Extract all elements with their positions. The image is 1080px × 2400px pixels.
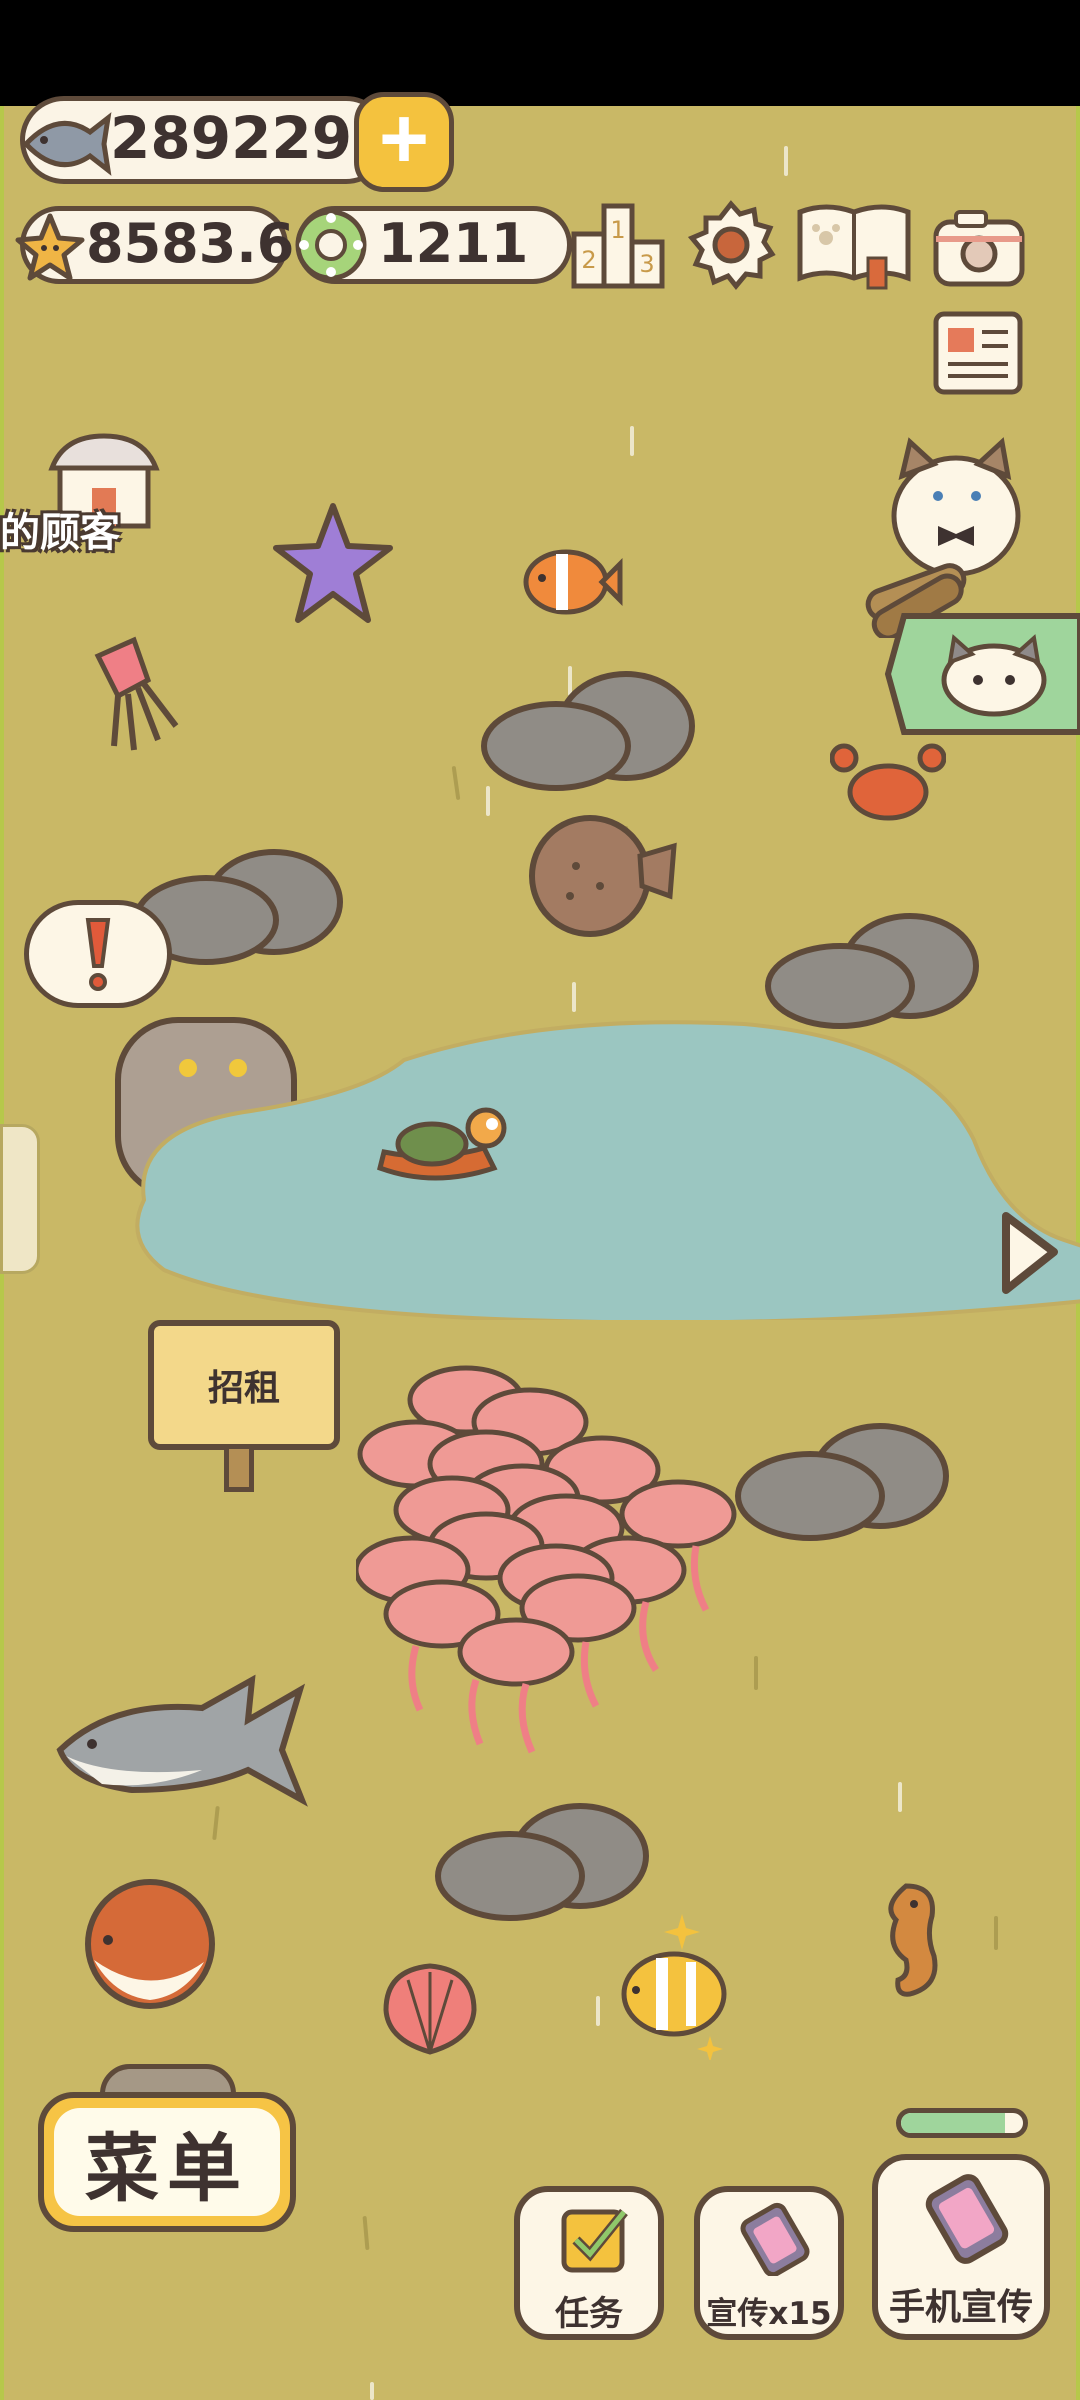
plus-icon: + xyxy=(378,91,430,187)
visitor-label: 的顾客 xyxy=(0,511,120,555)
phone-promote-label: 手机宣传 xyxy=(888,2287,1033,2328)
orange-pufferfish-sprite[interactable] xyxy=(64,1870,240,2016)
fish-count: 2892297 xyxy=(110,104,393,172)
crab-sprite[interactable] xyxy=(830,736,946,826)
svg-text:3: 3 xyxy=(639,250,654,278)
rent-sign[interactable]: 招租 xyxy=(148,1320,340,1450)
rain-drop xyxy=(630,426,634,456)
rain-drop xyxy=(370,2382,374,2400)
grass-tuft xyxy=(451,765,461,801)
checklist-icon xyxy=(561,2208,628,2273)
rock-cluster xyxy=(481,671,695,791)
rock-cluster xyxy=(735,1423,949,1541)
lifebuoy-icon xyxy=(295,209,367,281)
phone-icon xyxy=(925,2174,1009,2264)
purple-starfish-sprite[interactable] xyxy=(270,500,396,630)
shark-sprite[interactable] xyxy=(52,1650,310,1828)
fish-icon xyxy=(22,112,112,176)
seahorse-sprite[interactable] xyxy=(866,1876,950,2004)
menu-label: 菜单 xyxy=(54,2108,280,2216)
rain-drop xyxy=(898,1782,902,1812)
ring-count: 1211 xyxy=(378,212,529,275)
menu-button[interactable]: 菜单 xyxy=(38,2092,296,2232)
pond xyxy=(135,1020,1080,1320)
svg-text:2: 2 xyxy=(581,246,596,274)
add-currency-button[interactable]: + xyxy=(354,92,454,192)
alert-bubble[interactable] xyxy=(24,900,172,1008)
dragon-boat-sprite[interactable] xyxy=(374,1098,514,1194)
butterflyfish-sprite[interactable] xyxy=(612,1912,736,2060)
paw-book-icon[interactable] xyxy=(794,198,914,294)
pink-seashell-sprite[interactable] xyxy=(378,1960,482,2060)
gear-icon[interactable] xyxy=(684,198,778,292)
promote-label: 宣传x15 xyxy=(706,2296,832,2332)
grass-tuft xyxy=(994,1916,998,1950)
squid-sprite[interactable] xyxy=(78,636,188,756)
exclamation-icon xyxy=(85,918,111,991)
jellyfish-swarm-sprite[interactable] xyxy=(356,1360,746,1760)
promote-button[interactable]: 宣传x15 xyxy=(694,2186,844,2340)
starfish-icon xyxy=(15,213,85,281)
phone-icon xyxy=(740,2202,810,2276)
grass-tuft xyxy=(754,1656,758,1690)
side-drawer-handle[interactable] xyxy=(0,1124,40,1274)
rock-cluster xyxy=(435,1803,649,1921)
phone-promote-button[interactable]: 手机宣传 xyxy=(872,2154,1050,2340)
progress-fill xyxy=(901,2113,1005,2133)
task-label: 任务 xyxy=(555,2294,623,2334)
ranking-podium-icon[interactable]: 2 1 3 xyxy=(570,198,666,290)
newspaper-icon[interactable] xyxy=(926,306,1026,398)
camera-icon[interactable] xyxy=(930,204,1028,290)
clownfish-sprite[interactable] xyxy=(520,540,624,624)
star-count: 8583.6 xyxy=(86,212,295,275)
task-button[interactable]: 任务 xyxy=(514,2186,664,2340)
sign-post xyxy=(224,1444,254,1492)
status-bar xyxy=(0,0,1080,106)
cat-banner-button[interactable] xyxy=(884,612,1080,738)
brown-pufferfish-sprite[interactable] xyxy=(520,806,678,942)
grass-tuft xyxy=(362,2215,370,2251)
rain-drop xyxy=(596,1996,600,2026)
svg-text:1: 1 xyxy=(610,216,625,244)
promotion-progress-bar xyxy=(896,2108,1028,2138)
rain-drop xyxy=(784,146,788,176)
chevron-right-icon[interactable] xyxy=(996,1208,1062,1298)
